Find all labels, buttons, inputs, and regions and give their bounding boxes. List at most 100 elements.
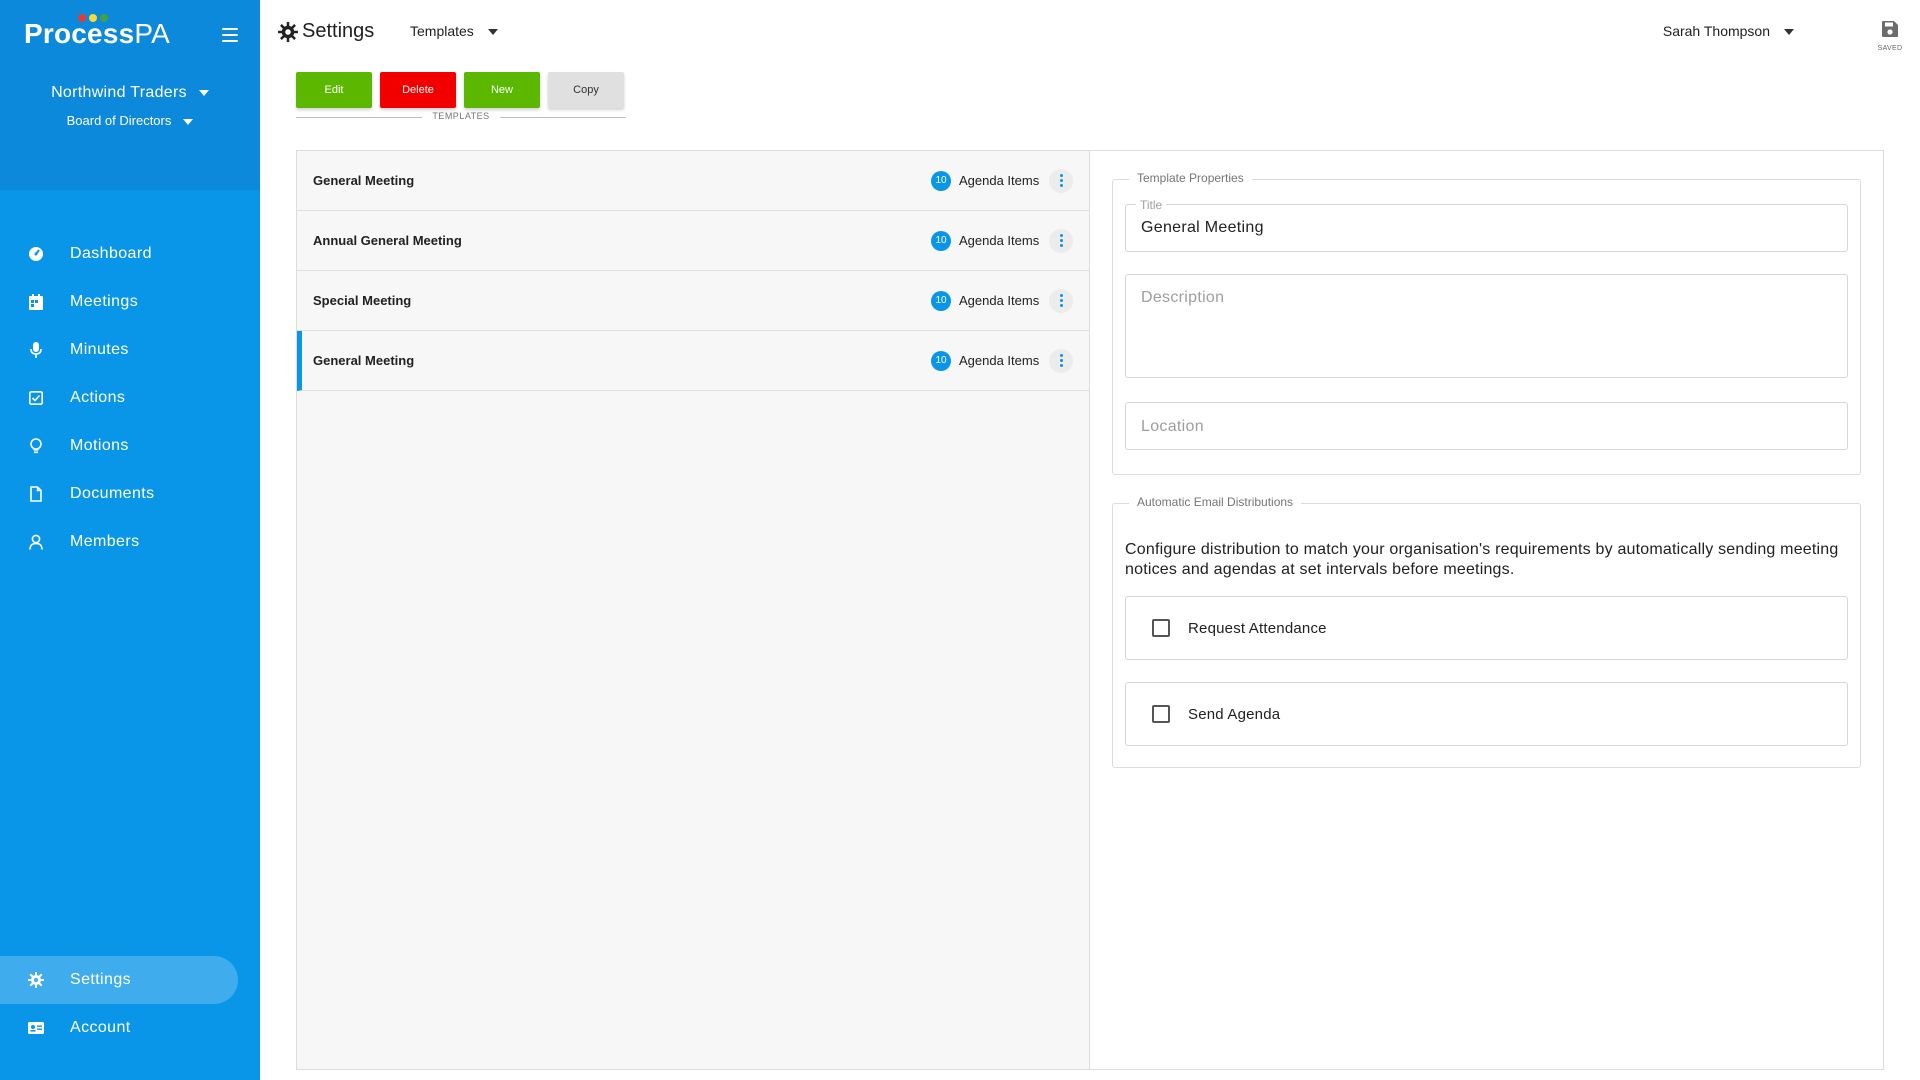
sidebar-header: ProcessPA Northwind Traders Board of Dir… — [0, 0, 260, 190]
sidebar-item-label: Documents — [70, 485, 155, 502]
more-vert-icon[interactable] — [1049, 228, 1073, 253]
board-selector[interactable]: Board of Directors — [0, 113, 260, 128]
sidebar-item-actions[interactable]: Actions — [0, 374, 260, 422]
page-title-text: Settings — [302, 20, 375, 42]
floppy-disk-icon — [1882, 21, 1898, 37]
gear-icon — [278, 21, 298, 42]
checkbox[interactable] — [1152, 705, 1170, 723]
sidebar-item-documents[interactable]: Documents — [0, 470, 260, 518]
sidebar-item-label: Actions — [70, 389, 126, 406]
content-panel: General Meeting 10 Agenda Items Annual G… — [296, 150, 1884, 1070]
chevron-down-icon — [183, 118, 194, 125]
template-list: General Meeting 10 Agenda Items Annual G… — [297, 151, 1090, 1069]
description-placeholder: Description — [1141, 289, 1225, 306]
new-button[interactable]: New — [464, 72, 540, 108]
sidebar-item-label: Dashboard — [70, 245, 152, 262]
template-row[interactable]: Special Meeting 10 Agenda Items — [297, 271, 1089, 331]
template-row[interactable]: Annual General Meeting 10 Agenda Items — [297, 211, 1089, 271]
title-field[interactable]: Title General Meeting — [1125, 198, 1848, 252]
more-vert-icon[interactable] — [1049, 168, 1073, 193]
agenda-count-label: Agenda Items — [959, 173, 1040, 188]
sidebar-item-label: Meetings — [70, 293, 139, 310]
email-distributions-section: Automatic Email Distributions Configure … — [1112, 495, 1861, 768]
dashboard-icon — [28, 246, 44, 262]
agenda-count-label: Agenda Items — [959, 233, 1040, 248]
logo-dots — [78, 14, 108, 22]
microphone-icon — [28, 342, 44, 358]
agenda-count-badge: 10 — [931, 290, 951, 311]
sidebar-item-dashboard[interactable]: Dashboard — [0, 230, 260, 278]
agenda-count-badge: 10 — [931, 350, 951, 371]
agenda-count-label: Agenda Items — [959, 293, 1040, 308]
section-legend: Automatic Email Distributions — [1129, 495, 1302, 509]
template-title: Annual General Meeting — [313, 233, 462, 248]
template-row-selected[interactable]: General Meeting 10 Agenda Items — [297, 331, 1089, 391]
section-dropdown-label: Templates — [410, 23, 474, 39]
location-field[interactable]: Location — [1125, 402, 1848, 450]
toolbar-group-label-text: TEMPLATES — [432, 111, 490, 121]
logo-dot-red — [78, 14, 86, 22]
description-field[interactable]: Description — [1125, 274, 1848, 378]
option-label: Send Agenda — [1188, 705, 1281, 723]
email-description: Configure distribution to match your org… — [1125, 541, 1839, 578]
chevron-down-icon — [487, 29, 498, 36]
delete-button[interactable]: Delete — [380, 72, 456, 108]
app-logo[interactable]: ProcessPA — [24, 14, 171, 50]
hamburger-menu-icon[interactable] — [222, 28, 238, 42]
save-status-button[interactable]: SAVED — [1876, 20, 1904, 52]
send-agenda-option[interactable]: Send Agenda — [1125, 682, 1848, 746]
agenda-count-badge: 10 — [931, 230, 951, 251]
template-title: General Meeting — [313, 173, 415, 188]
sidebar-item-label: Motions — [70, 437, 129, 454]
logo-dot-green — [100, 14, 108, 22]
company-name: Northwind Traders — [51, 84, 187, 101]
agenda-count-label: Agenda Items — [959, 353, 1040, 368]
user-menu[interactable]: Sarah Thompson — [1663, 23, 1794, 39]
edit-button[interactable]: Edit — [296, 72, 372, 108]
document-icon — [28, 486, 44, 502]
template-title: Special Meeting — [313, 293, 412, 308]
more-vert-icon[interactable] — [1049, 288, 1073, 313]
gear-icon — [28, 972, 44, 988]
more-vert-icon[interactable] — [1049, 348, 1073, 373]
template-row[interactable]: General Meeting 10 Agenda Items — [297, 151, 1089, 211]
page-title: Settings — [278, 20, 374, 43]
sidebar-item-motions[interactable]: Motions — [0, 422, 260, 470]
chevron-down-icon — [198, 89, 209, 96]
sidebar-item-account[interactable]: Account — [0, 1004, 260, 1052]
person-icon — [28, 534, 44, 550]
chevron-down-icon — [1784, 29, 1794, 36]
user-name: Sarah Thompson — [1662, 23, 1770, 39]
id-card-icon — [28, 1020, 44, 1036]
sidebar-item-label: Account — [70, 1019, 131, 1036]
agenda-count-badge: 10 — [931, 170, 951, 191]
sidebar-item-label: Minutes — [70, 341, 129, 358]
sidebar-item-minutes[interactable]: Minutes — [0, 326, 260, 374]
sidebar-nav: Dashboard Meetings Minutes Actions Motio… — [0, 230, 260, 566]
sidebar-item-label: Members — [70, 533, 140, 550]
checkbox[interactable] — [1152, 619, 1170, 637]
calendar-icon — [28, 294, 44, 310]
checkbox-icon — [28, 390, 44, 406]
sidebar-item-meetings[interactable]: Meetings — [0, 278, 260, 326]
title-field-label: Title — [1136, 198, 1167, 212]
sidebar: ProcessPA Northwind Traders Board of Dir… — [0, 0, 260, 1080]
template-detail: Template Properties Title General Meetin… — [1090, 151, 1883, 1069]
logo-text: ProcessPA — [24, 18, 171, 49]
template-title: General Meeting — [313, 353, 415, 368]
option-label: Request Attendance — [1188, 619, 1327, 637]
company-selector[interactable]: Northwind Traders — [0, 84, 260, 102]
section-legend: Template Properties — [1129, 171, 1252, 185]
sidebar-item-members[interactable]: Members — [0, 518, 260, 566]
sidebar-item-label: Settings — [70, 971, 132, 988]
saved-label: SAVED — [1877, 45, 1903, 52]
location-placeholder: Location — [1141, 418, 1204, 435]
board-name: Board of Directors — [66, 113, 172, 128]
template-toolbar: Edit Delete New Copy — [296, 72, 624, 108]
sidebar-item-settings[interactable]: Settings — [0, 956, 238, 1004]
copy-button[interactable]: Copy — [548, 72, 624, 108]
request-attendance-option[interactable]: Request Attendance — [1125, 596, 1848, 660]
title-field-value: General Meeting — [1141, 219, 1264, 236]
section-dropdown[interactable]: Templates — [410, 23, 498, 39]
logo-dot-yellow — [89, 14, 97, 22]
